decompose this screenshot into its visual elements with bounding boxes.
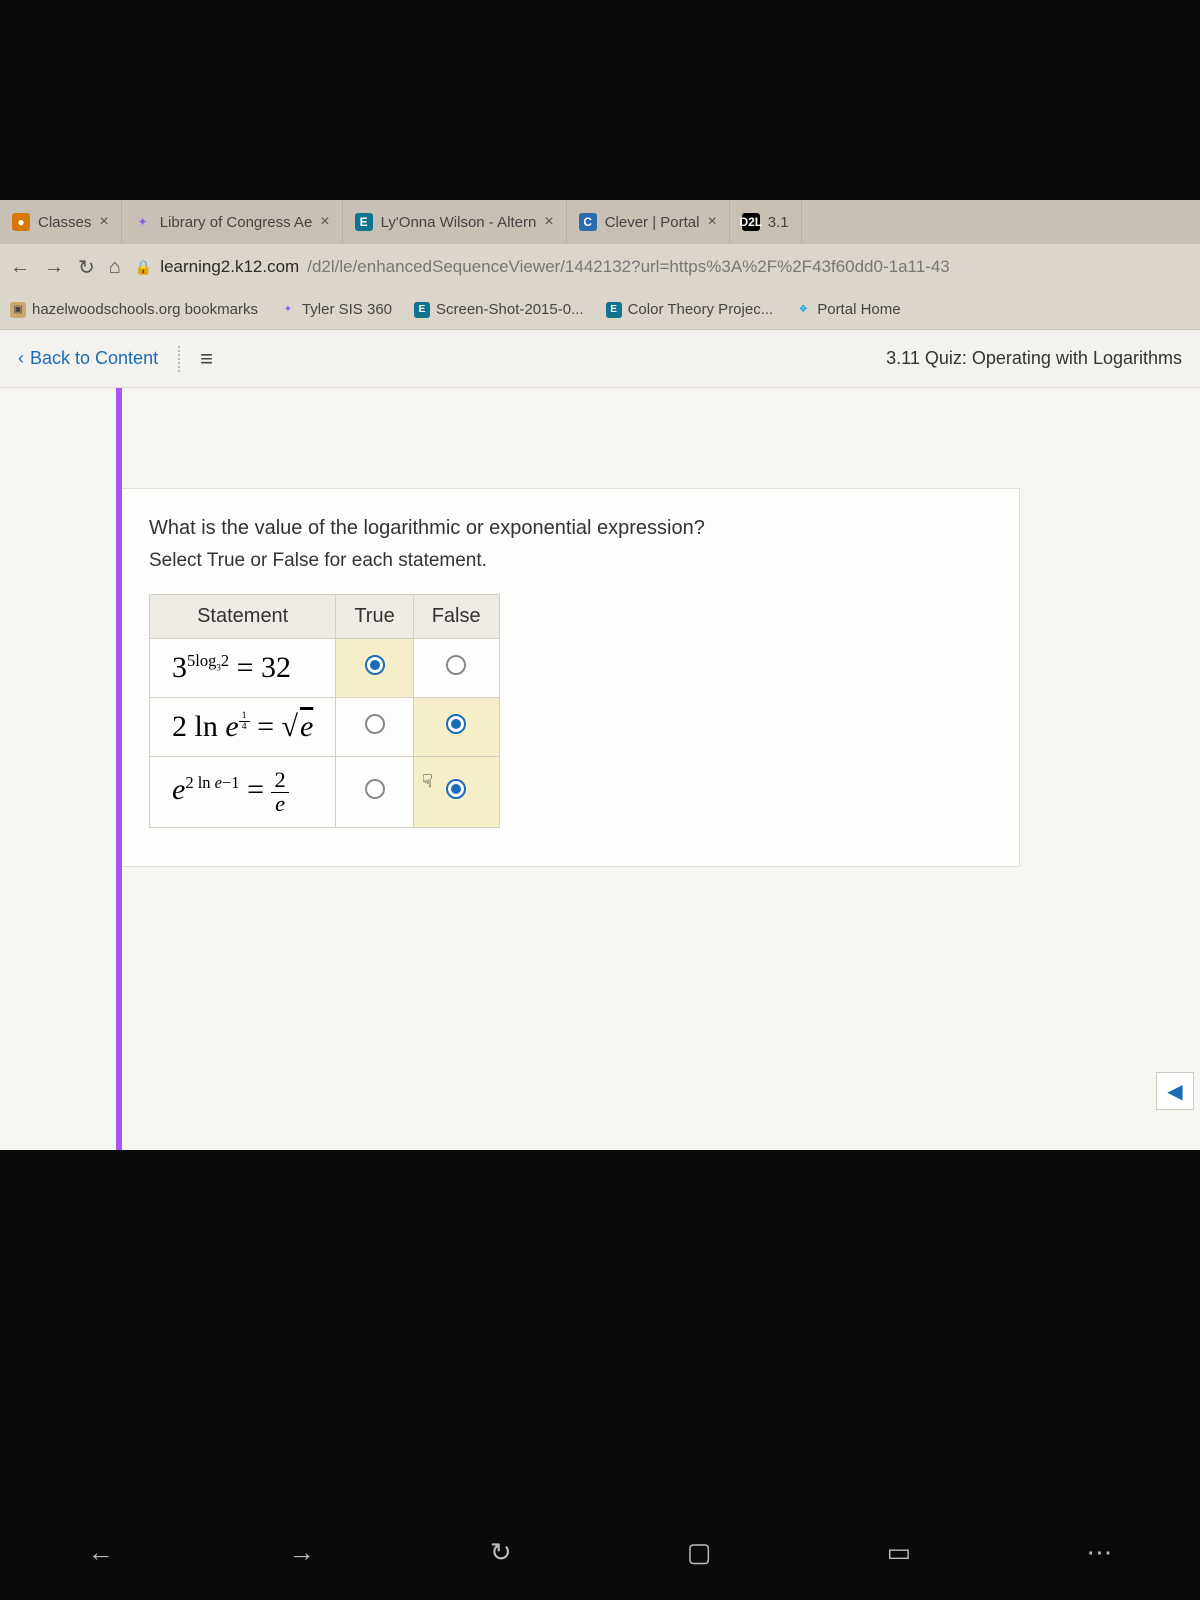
radio-true[interactable] bbox=[365, 779, 385, 799]
radio-true[interactable] bbox=[365, 714, 385, 734]
statement-cell: 35log32 = 32 bbox=[150, 639, 336, 698]
forward-soft-icon[interactable]: → bbox=[289, 1537, 315, 1568]
pointer-cursor-icon: ☟ bbox=[422, 771, 433, 792]
bookmark-item[interactable]: ❖ Portal Home bbox=[795, 301, 900, 318]
close-icon[interactable]: × bbox=[320, 213, 329, 231]
back-to-content-link[interactable]: ‹ Back to Content bbox=[18, 348, 158, 369]
tab-label: Library of Congress Ae bbox=[160, 214, 313, 231]
tab-label: Clever | Portal bbox=[605, 214, 700, 231]
close-icon[interactable]: × bbox=[99, 213, 108, 231]
table-header-row: Statement True False bbox=[150, 595, 500, 639]
bookmark-label: Color Theory Projec... bbox=[628, 301, 774, 318]
statement-cell: e2 ln e−1 = 2e bbox=[150, 757, 336, 828]
url-domain: learning2.k12.com bbox=[160, 257, 299, 277]
back-icon[interactable]: ← bbox=[10, 256, 30, 279]
quiz-card: What is the value of the logarithmic or … bbox=[120, 488, 1020, 867]
tabs-count-icon[interactable]: ▭ bbox=[887, 1537, 912, 1568]
bookmark-folder[interactable]: ▣ hazelwoodschools.org bookmarks bbox=[10, 301, 258, 318]
bookmark-label: hazelwoodschools.org bookmarks bbox=[32, 301, 258, 318]
browser-toolbar: ← → ↻ ⌂ 🔒 learning2.k12.com/d2l/le/enhan… bbox=[0, 244, 1200, 290]
true-cell bbox=[336, 639, 413, 698]
col-true: True bbox=[336, 595, 413, 639]
favicon-icon: E bbox=[355, 213, 373, 231]
pin-icon: ● bbox=[12, 213, 30, 231]
col-statement: Statement bbox=[150, 595, 336, 639]
page-body: What is the value of the logarithmic or … bbox=[0, 388, 1200, 1150]
bookmark-label: Portal Home bbox=[817, 301, 900, 318]
tabs-soft-icon[interactable]: ▢ bbox=[687, 1537, 712, 1568]
true-cell bbox=[336, 757, 413, 828]
tab-strip: ● Classes × ✦ Library of Congress Ae × E… bbox=[0, 200, 1200, 244]
tab-label: Ly'Onna Wilson - Altern bbox=[381, 214, 537, 231]
bookmark-item[interactable]: E Screen-Shot-2015-0... bbox=[414, 301, 584, 318]
question-prompt: What is the value of the logarithmic or … bbox=[149, 517, 991, 540]
radio-false[interactable] bbox=[446, 655, 466, 675]
back-label: Back to Content bbox=[30, 348, 158, 369]
close-icon[interactable]: × bbox=[544, 213, 553, 231]
device-nav-bar: ← → ↻ ▢ ▭ ⋯ bbox=[0, 1522, 1200, 1582]
back-soft-icon[interactable]: ← bbox=[88, 1537, 114, 1568]
address-bar[interactable]: 🔒 learning2.k12.com/d2l/le/enhancedSeque… bbox=[135, 257, 1190, 277]
favicon-icon: ❖ bbox=[795, 302, 811, 318]
col-false: False bbox=[413, 595, 499, 639]
false-cell bbox=[413, 698, 499, 757]
tab-classes[interactable]: ● Classes × bbox=[0, 200, 122, 244]
scroll-indicator bbox=[116, 388, 122, 1150]
question-instruction: Select True or False for each statement. bbox=[149, 550, 991, 572]
home-icon[interactable]: ⌂ bbox=[109, 256, 121, 279]
favicon-icon: E bbox=[414, 302, 430, 318]
statement-cell: 2 ln e14 = √e bbox=[150, 698, 336, 757]
bookmark-item[interactable]: E Color Theory Projec... bbox=[606, 301, 774, 318]
chevron-left-icon: ‹ bbox=[18, 348, 24, 369]
favicon-icon: ✦ bbox=[134, 213, 152, 231]
false-cell bbox=[413, 639, 499, 698]
favicon-icon: ✦ bbox=[280, 302, 296, 318]
favicon-icon: D2L bbox=[742, 213, 760, 231]
bookmark-label: Screen-Shot-2015-0... bbox=[436, 301, 584, 318]
reload-icon[interactable]: ↻ bbox=[78, 255, 95, 280]
table-row: 2 ln e14 = √e bbox=[150, 698, 500, 757]
tab-lyonna[interactable]: E Ly'Onna Wilson - Altern × bbox=[343, 200, 567, 244]
table-row: e2 ln e−1 = 2e ☟ bbox=[150, 757, 500, 828]
tab-clever[interactable]: C Clever | Portal × bbox=[567, 200, 730, 244]
folder-icon: ▣ bbox=[10, 302, 26, 318]
page-title: 3.11 Quiz: Operating with Logarithms bbox=[886, 348, 1182, 369]
tab-library[interactable]: ✦ Library of Congress Ae × bbox=[122, 200, 343, 244]
lock-icon: 🔒 bbox=[135, 259, 152, 276]
radio-false[interactable] bbox=[446, 714, 466, 734]
true-cell bbox=[336, 698, 413, 757]
url-path: /d2l/le/enhancedSequenceViewer/1442132?u… bbox=[307, 257, 950, 277]
divider bbox=[178, 346, 180, 372]
bookmark-label: Tyler SIS 360 bbox=[302, 301, 392, 318]
tab-label: 3.1 bbox=[768, 214, 789, 231]
radio-false[interactable] bbox=[446, 779, 466, 799]
close-icon[interactable]: × bbox=[707, 213, 716, 231]
refresh-soft-icon[interactable]: ↻ bbox=[490, 1537, 512, 1568]
false-cell: ☟ bbox=[413, 757, 499, 828]
tab-label: Classes bbox=[38, 214, 91, 231]
menu-icon[interactable]: ≡ bbox=[200, 346, 213, 372]
forward-icon[interactable]: → bbox=[44, 256, 64, 279]
favicon-icon: E bbox=[606, 302, 622, 318]
favicon-icon: C bbox=[579, 213, 597, 231]
radio-true[interactable] bbox=[365, 655, 385, 675]
statements-table: Statement True False 35log32 = 32 bbox=[149, 594, 500, 828]
browser-window: ● Classes × ✦ Library of Congress Ae × E… bbox=[0, 200, 1200, 1150]
bookmarks-bar: ▣ hazelwoodschools.org bookmarks ✦ Tyler… bbox=[0, 290, 1200, 330]
more-soft-icon[interactable]: ⋯ bbox=[1086, 1537, 1112, 1568]
table-row: 35log32 = 32 bbox=[150, 639, 500, 698]
prev-arrow-button[interactable]: ◀ bbox=[1156, 1072, 1194, 1110]
bookmark-item[interactable]: ✦ Tyler SIS 360 bbox=[280, 301, 392, 318]
tab-d2l[interactable]: D2L 3.1 bbox=[730, 200, 802, 244]
content-header: ‹ Back to Content ≡ 3.11 Quiz: Operating… bbox=[0, 330, 1200, 388]
